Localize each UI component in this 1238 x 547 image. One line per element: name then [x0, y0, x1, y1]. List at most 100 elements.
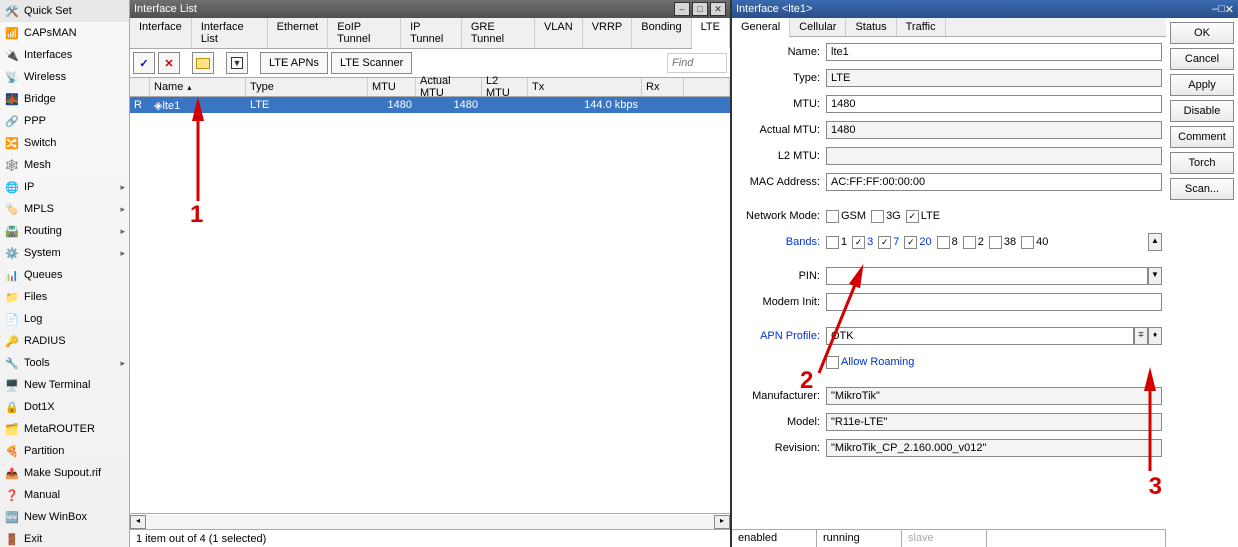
sidebar-item-ip[interactable]: 🌐IP▸	[0, 176, 129, 198]
close-button[interactable]: ✕	[1225, 3, 1234, 16]
column-header[interactable]: Rx	[642, 78, 684, 96]
mtu-input[interactable]	[826, 95, 1162, 113]
sidebar-item-queues[interactable]: 📊Queues	[0, 264, 129, 286]
sidebar-item-metarouter[interactable]: 🗂️MetaROUTER	[0, 418, 129, 440]
band-20-checkbox[interactable]: ✓	[904, 236, 917, 249]
sidebar-item-make-supout-rif[interactable]: 📤Make Supout.rif	[0, 462, 129, 484]
bands-collapse-icon[interactable]: ▲	[1148, 233, 1162, 251]
tab-vrrp[interactable]: VRRP	[583, 18, 633, 48]
ok-button[interactable]: OK	[1170, 22, 1234, 44]
sidebar-item-label: Mesh	[24, 159, 51, 171]
band-40-checkbox[interactable]	[1021, 236, 1034, 249]
tab-lte[interactable]: LTE	[692, 18, 730, 49]
tab-general[interactable]: General	[732, 18, 790, 37]
sidebar-item-label: IP	[24, 181, 34, 193]
band-3-checkbox[interactable]: ✓	[852, 236, 865, 249]
pin-input[interactable]	[826, 267, 1148, 285]
tab-cellular[interactable]: Cellular	[790, 18, 846, 36]
column-header[interactable]: Tx	[528, 78, 642, 96]
tab-status[interactable]: Status	[846, 18, 896, 36]
sidebar-item-mesh[interactable]: 🕸️Mesh	[0, 154, 129, 176]
sidebar-item-capsman[interactable]: 📶CAPsMAN	[0, 22, 129, 44]
tab-vlan[interactable]: VLAN	[535, 18, 583, 48]
mac-input[interactable]	[826, 173, 1162, 191]
interface-list-tabs: InterfaceInterface ListEthernetEoIP Tunn…	[130, 18, 730, 49]
pin-dropdown-icon[interactable]: ▼	[1148, 267, 1162, 285]
sidebar-item-ppp[interactable]: 🔗PPP	[0, 110, 129, 132]
sidebar-item-dot1x[interactable]: 🔒Dot1X	[0, 396, 129, 418]
sidebar-item-exit[interactable]: 🚪Exit	[0, 528, 129, 547]
sidebar-item-routing[interactable]: 🛣️Routing▸	[0, 220, 129, 242]
sidebar-item-partition[interactable]: 🍕Partition	[0, 440, 129, 462]
tab-ethernet[interactable]: Ethernet	[268, 18, 329, 48]
tab-eoip-tunnel[interactable]: EoIP Tunnel	[328, 18, 401, 48]
disable-button[interactable]: Disable	[1170, 100, 1234, 122]
sidebar-item-switch[interactable]: 🔀Switch	[0, 132, 129, 154]
close-button[interactable]: ✕	[710, 2, 726, 16]
maximize-button[interactable]: □	[1218, 3, 1225, 15]
disable-button[interactable]	[158, 52, 180, 74]
sidebar-item-new-winbox[interactable]: 🆕New WinBox	[0, 506, 129, 528]
tab-ip-tunnel[interactable]: IP Tunnel	[401, 18, 462, 48]
sidebar-item-log[interactable]: 📄Log	[0, 308, 129, 330]
sidebar-item-system[interactable]: ⚙️System▸	[0, 242, 129, 264]
enable-button[interactable]	[133, 52, 155, 74]
sidebar-item-radius[interactable]: 🔑RADIUS	[0, 330, 129, 352]
sidebar-item-files[interactable]: 📁Files	[0, 286, 129, 308]
apply-button[interactable]: Apply	[1170, 74, 1234, 96]
column-header[interactable]: Type	[246, 78, 368, 96]
column-header[interactable]: MTU	[368, 78, 416, 96]
band-38-checkbox[interactable]	[989, 236, 1002, 249]
sidebar-item-wireless[interactable]: 📡Wireless	[0, 66, 129, 88]
lte-apns-button[interactable]: LTE APNs	[260, 52, 328, 74]
band-2-checkbox[interactable]	[963, 236, 976, 249]
sidebar-item-interfaces[interactable]: 🔌Interfaces	[0, 44, 129, 66]
sidebar-item-bridge[interactable]: 🌉Bridge	[0, 88, 129, 110]
band-7-checkbox[interactable]: ✓	[878, 236, 891, 249]
tab-interface[interactable]: Interface	[130, 18, 192, 48]
label-network-mode: Network Mode:	[736, 210, 826, 222]
label-apn-profile[interactable]: APN Profile:	[736, 330, 826, 342]
maximize-button[interactable]: □	[692, 2, 708, 16]
apn-profile-select[interactable]	[826, 327, 1134, 345]
apn-updown-icon[interactable]: ♦	[1148, 327, 1162, 345]
sidebar-icon: 🔗	[4, 113, 20, 129]
band-1-checkbox[interactable]	[826, 236, 839, 249]
sidebar-item-manual[interactable]: ❓Manual	[0, 484, 129, 506]
filter-button[interactable]	[226, 52, 248, 74]
column-header[interactable]	[684, 78, 730, 96]
tab-gre-tunnel[interactable]: GRE Tunnel	[462, 18, 535, 48]
apn-dropdown-icon[interactable]: ∓	[1134, 327, 1148, 345]
tab-traffic[interactable]: Traffic	[897, 18, 946, 36]
minimize-button[interactable]: –	[674, 2, 690, 16]
lte-scanner-button[interactable]: LTE Scanner	[331, 52, 412, 74]
column-header[interactable]	[130, 78, 150, 96]
comment-button[interactable]: Comment	[1170, 126, 1234, 148]
3g-checkbox[interactable]	[871, 210, 884, 223]
name-input[interactable]	[826, 43, 1162, 61]
sidebar-item-mpls[interactable]: 🏷️MPLS▸	[0, 198, 129, 220]
column-header[interactable]: Actual MTU	[416, 78, 482, 96]
comment-button[interactable]	[192, 52, 214, 74]
torch-button[interactable]: Torch	[1170, 152, 1234, 174]
horizontal-scrollbar[interactable]: ◂▸	[130, 513, 730, 529]
lte-checkbox[interactable]: ✓	[906, 210, 919, 223]
sidebar-item-quick-set[interactable]: 🛠️Quick Set	[0, 0, 129, 22]
modem-init-input[interactable]	[826, 293, 1162, 311]
table-cell	[684, 97, 730, 113]
cancel-button[interactable]: Cancel	[1170, 48, 1234, 70]
tab-interface-list[interactable]: Interface List	[192, 18, 268, 48]
label-bands[interactable]: Bands:	[736, 236, 826, 248]
tab-bonding[interactable]: Bonding	[632, 18, 691, 48]
sidebar-item-new-terminal[interactable]: 🖥️New Terminal	[0, 374, 129, 396]
scan--button[interactable]: Scan...	[1170, 178, 1234, 200]
table-row[interactable]: R◈lte1LTE14801480144.0 kbps	[130, 97, 730, 113]
sidebar-item-tools[interactable]: 🔧Tools▸	[0, 352, 129, 374]
band-8-checkbox[interactable]	[937, 236, 950, 249]
column-header[interactable]: Name▴	[150, 78, 246, 96]
sidebar-icon: 📡	[4, 69, 20, 85]
column-header[interactable]: L2 MTU	[482, 78, 528, 96]
find-input[interactable]	[667, 53, 727, 73]
gsm-checkbox[interactable]	[826, 210, 839, 223]
interface-detail-window: Interface <lte1> – □ ✕ GeneralCellularSt…	[731, 0, 1238, 547]
